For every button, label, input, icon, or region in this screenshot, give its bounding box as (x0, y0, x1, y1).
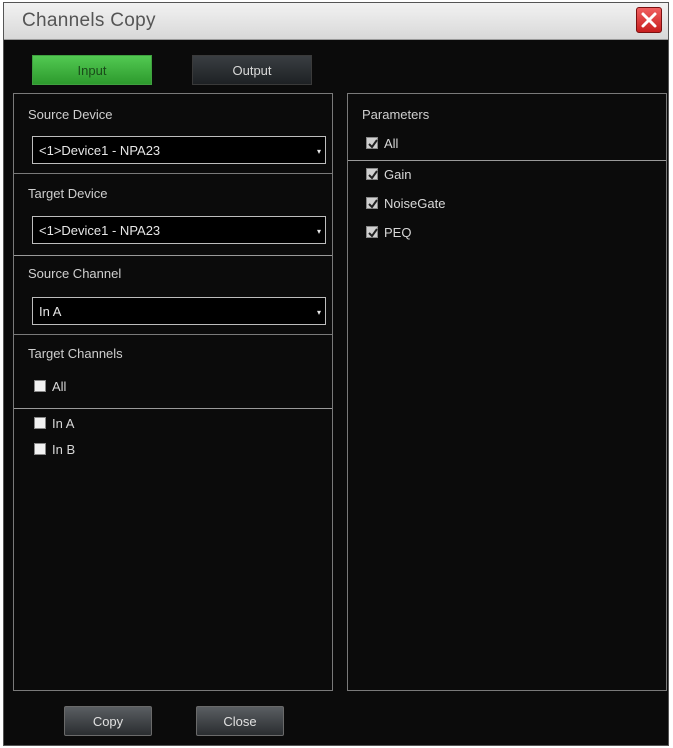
checkmark-icon (368, 228, 378, 238)
source-channel-label: Source Channel (28, 266, 122, 281)
dropdown-arrow-icon: ▾ (316, 227, 321, 236)
source-device-value: <1>Device1 - NPA23 (39, 143, 161, 158)
checkbox[interactable] (366, 226, 378, 238)
copy-button[interactable]: Copy (64, 706, 152, 736)
checkmark-icon (368, 139, 378, 149)
checkbox-label: All (384, 136, 399, 151)
checkbox[interactable] (366, 197, 378, 209)
close-window-button[interactable] (636, 7, 662, 33)
checkbox-label: In A (52, 416, 75, 431)
target-channels-label: Target Channels (28, 346, 123, 361)
close-button[interactable]: Close (196, 706, 284, 736)
checkbox[interactable] (34, 417, 46, 429)
checkmark-icon (368, 199, 378, 209)
divider (14, 255, 332, 256)
parameters-label: Parameters (362, 107, 430, 122)
left-panel: Source Device <1>Device1 - NPA23 ▾ Targe… (13, 93, 333, 691)
source-channel-value: In A (39, 304, 62, 319)
tab-output[interactable]: Output (192, 55, 312, 85)
window-title: Channels Copy (22, 10, 156, 31)
dropdown-arrow-icon: ▾ (316, 308, 321, 317)
target-device-value: <1>Device1 - NPA23 (39, 223, 161, 238)
title-bar[interactable]: Channels Copy (4, 3, 668, 40)
checkbox-label: Gain (384, 167, 412, 182)
checkmark-icon (368, 170, 378, 180)
checkbox-label: NoiseGate (384, 196, 446, 211)
checkbox[interactable] (34, 443, 46, 455)
checkbox-label: PEQ (384, 225, 412, 240)
source-device-select[interactable]: <1>Device1 - NPA23 ▾ (32, 136, 326, 164)
checkbox[interactable] (366, 168, 378, 180)
checkbox-label: In B (52, 442, 76, 457)
tab-input[interactable]: Input (32, 55, 152, 85)
dropdown-arrow-icon: ▾ (316, 147, 321, 156)
checkbox[interactable] (34, 380, 46, 392)
target-device-select[interactable]: <1>Device1 - NPA23 ▾ (32, 216, 326, 244)
divider (348, 160, 666, 161)
checkbox-label: All (52, 379, 67, 394)
channels-copy-dialog: Channels Copy Input Output Source Device… (3, 2, 669, 746)
divider (14, 408, 332, 409)
source-channel-select[interactable]: In A ▾ (32, 297, 326, 325)
divider (14, 173, 332, 174)
checkbox[interactable] (366, 137, 378, 149)
close-icon (641, 12, 657, 28)
right-panel: Parameters All Gain NoiseGate PEQ (347, 93, 667, 691)
divider (14, 334, 332, 335)
target-device-label: Target Device (28, 186, 108, 201)
source-device-label: Source Device (28, 107, 113, 122)
